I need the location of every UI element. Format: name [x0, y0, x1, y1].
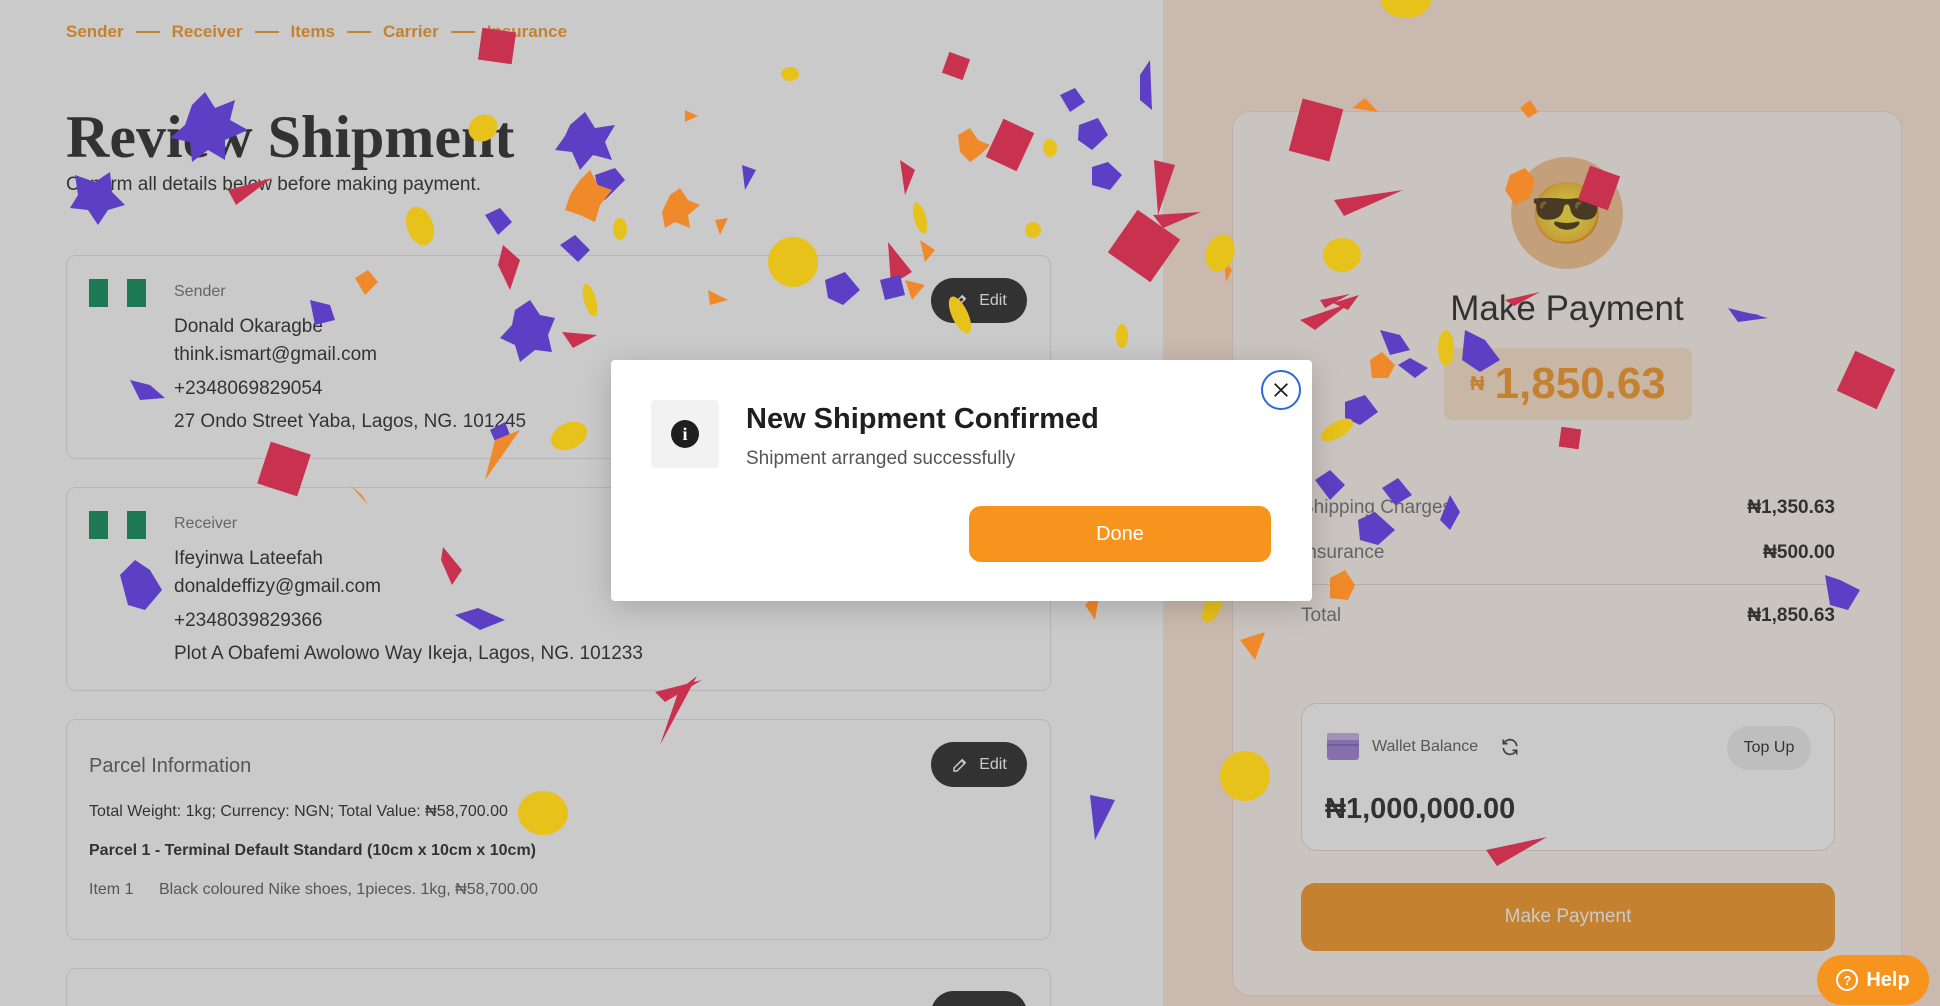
help-button[interactable]: ? Help [1817, 955, 1929, 1005]
modal-subtitle: Shipment arranged successfully [746, 448, 1016, 469]
done-button[interactable]: Done [969, 506, 1271, 562]
info-glyph: i [671, 420, 699, 448]
shipment-confirmed-modal: i New Shipment Confirmed Shipment arrang… [611, 360, 1312, 601]
modal-title: New Shipment Confirmed [746, 403, 1099, 435]
close-icon[interactable] [1261, 370, 1301, 410]
question-icon: ? [1836, 969, 1859, 991]
info-icon: i [651, 400, 719, 468]
help-label: Help [1866, 968, 1910, 991]
